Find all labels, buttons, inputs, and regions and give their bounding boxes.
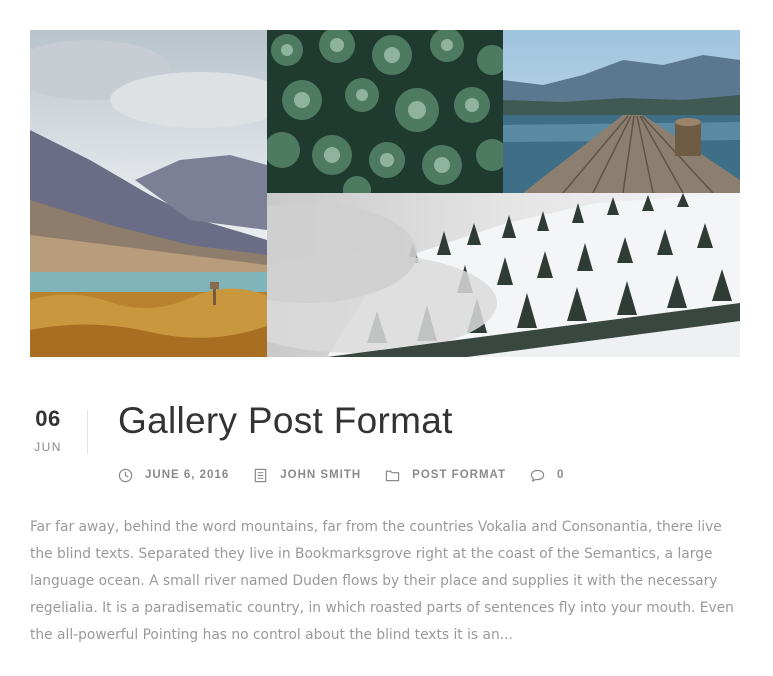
meta-comments-count[interactable]: 0 [557, 469, 564, 481]
post-date-badge: 06 JUN [20, 406, 76, 454]
gallery-image-succulents[interactable] [267, 30, 503, 193]
date-divider [87, 410, 88, 454]
gallery-image-snowy-forest[interactable] [267, 193, 740, 357]
mountain-lake-llama-photo [30, 30, 267, 357]
meta-author-link[interactable]: JOHN SMITH [280, 469, 361, 481]
post-date-day: 06 [35, 406, 61, 431]
post-date-month: JUN [34, 440, 62, 454]
lake-pier-photo [503, 30, 740, 193]
folder-icon [385, 470, 400, 481]
post-excerpt: Far far away, behind the word mountains,… [30, 519, 734, 643]
document-icon [254, 468, 267, 482]
post-gallery [30, 30, 740, 357]
post-title[interactable]: Gallery Post Format [118, 400, 453, 442]
comment-bubble-icon [530, 469, 545, 482]
post-meta: JUNE 6, 2016 JOHN SMITH POST FORMAT 0 [118, 465, 588, 485]
meta-author: JOHN SMITH [253, 468, 361, 483]
meta-category: POST FORMAT [385, 468, 506, 483]
clock-icon [118, 468, 133, 482]
meta-category-link[interactable]: POST FORMAT [412, 469, 506, 481]
gallery-image-lake-pier[interactable] [503, 30, 740, 193]
meta-comments: 0 [530, 468, 564, 483]
snowy-forest-mountain-photo [267, 193, 740, 357]
meta-date: JUNE 6, 2016 [118, 468, 229, 483]
succulent-plants-photo [267, 30, 503, 193]
meta-date-link[interactable]: JUNE 6, 2016 [145, 469, 229, 481]
gallery-image-mountain-lake[interactable] [30, 30, 267, 357]
